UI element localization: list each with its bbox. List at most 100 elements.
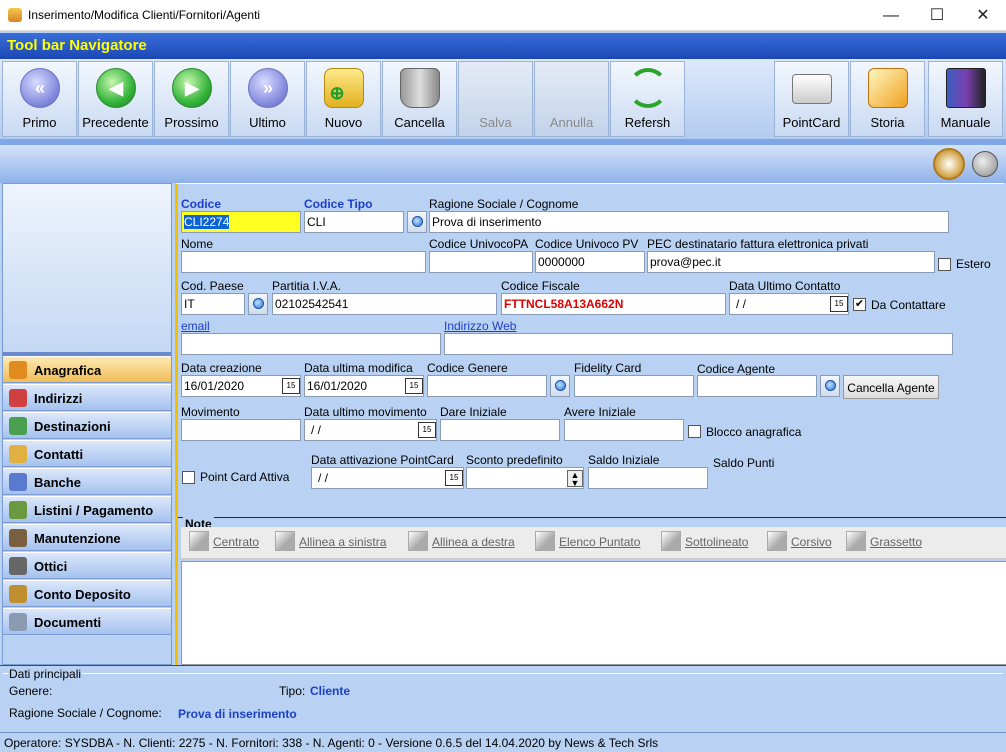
- dare-label: Dare Iniziale: [440, 405, 507, 419]
- nome-input[interactable]: [181, 251, 426, 273]
- italic-button[interactable]: Corsivo: [767, 531, 832, 551]
- sidebar-item-conto-deposito[interactable]: Conto Deposito: [3, 580, 171, 607]
- pointcard-attiva-checkbox[interactable]: [182, 471, 195, 484]
- genere-label: Genere:: [9, 684, 53, 698]
- fidelity-input[interactable]: [574, 375, 694, 397]
- data-creazione-label: Data creazione: [181, 361, 262, 375]
- align-left-button[interactable]: Allinea a sinistra: [275, 531, 386, 551]
- codice-genere-input[interactable]: [427, 375, 547, 397]
- data-att-pc-input[interactable]: / /: [311, 467, 464, 489]
- codice-tipo-label: Codice Tipo: [304, 197, 373, 211]
- data-modifica-label: Data ultima modifica: [304, 361, 413, 375]
- cod-univ-pa-input[interactable]: [429, 251, 533, 273]
- sidebar-item-manutenzione[interactable]: Manutenzione: [3, 524, 171, 551]
- cod-paese-search-icon[interactable]: [248, 293, 268, 315]
- calendar-icon[interactable]: 15: [405, 378, 423, 394]
- blocco-label: Blocco anagrafica: [706, 425, 802, 439]
- italic-icon: [767, 531, 787, 551]
- compass-icon[interactable]: [933, 148, 965, 180]
- fidelity-label: Fidelity Card: [574, 361, 642, 375]
- sidebar-item-listini[interactable]: Listini / Pagamento: [3, 496, 171, 523]
- email-link[interactable]: email: [181, 319, 210, 333]
- maximize-button[interactable]: ☐: [914, 0, 960, 31]
- spin-icon[interactable]: ▲ ▼: [567, 470, 583, 488]
- sidebar-item-ottici[interactable]: Ottici: [3, 552, 171, 579]
- center-align-button[interactable]: Centrato: [189, 531, 259, 551]
- blocco-checkbox[interactable]: [688, 425, 701, 438]
- pointcard-attiva-label: Point Card Attiva: [200, 470, 290, 484]
- pointcard-button[interactable]: PointCard: [774, 61, 849, 137]
- toolbar-title: Tool bar Navigatore: [0, 33, 1006, 59]
- sidebar: Anagrafica Indirizzi Destinazioni Contat…: [2, 183, 172, 665]
- note-editor[interactable]: [181, 561, 1006, 665]
- close-button[interactable]: ✕: [960, 0, 1006, 31]
- save-button[interactable]: Salva: [458, 61, 533, 137]
- codice-tipo-search-icon[interactable]: [407, 211, 427, 233]
- estero-checkbox[interactable]: [938, 258, 951, 271]
- nome-label: Nome: [181, 237, 214, 251]
- underline-button[interactable]: Sottolineato: [661, 531, 748, 551]
- avere-label: Avere Iniziale: [564, 405, 636, 419]
- delete-button[interactable]: Cancella: [382, 61, 457, 137]
- data-contatto-label: Data Ultimo Contatto: [729, 279, 841, 293]
- minimize-button[interactable]: —: [868, 0, 914, 31]
- codice-agente-search-icon[interactable]: [820, 375, 840, 397]
- avere-input[interactable]: [564, 419, 684, 441]
- arrow-left-icon: ◀: [96, 68, 136, 108]
- bullet-list-button[interactable]: Elenco Puntato: [535, 531, 640, 551]
- codice-input[interactable]: CLI2274: [181, 211, 301, 233]
- cod-paese-input[interactable]: IT: [181, 293, 245, 315]
- web-input[interactable]: [444, 333, 953, 355]
- calendar-icon[interactable]: 15: [282, 378, 300, 394]
- calendar-icon[interactable]: 15: [445, 470, 463, 486]
- calendar-icon[interactable]: 15: [830, 296, 848, 312]
- cancel-button[interactable]: Annulla: [534, 61, 609, 137]
- sidebar-item-documenti[interactable]: Documenti: [3, 608, 171, 635]
- ragione-label: Ragione Sociale / Cognome: [429, 197, 579, 211]
- next-button[interactable]: ▶ Prossimo: [154, 61, 229, 137]
- calendar-icon[interactable]: 15: [418, 422, 436, 438]
- title-bar: Inserimento/Modifica Clienti/Fornitori/A…: [0, 0, 1006, 31]
- cancella-agente-button[interactable]: Cancella Agente: [843, 375, 939, 399]
- data-att-pc-label: Data attivazione PointCard: [311, 453, 454, 467]
- web-link[interactable]: Indirizzo Web: [444, 319, 516, 333]
- summary-ragione-label: Ragione Sociale / Cognome:: [9, 706, 162, 720]
- books-icon: [946, 68, 986, 108]
- sidebar-item-anagrafica[interactable]: Anagrafica: [3, 356, 171, 383]
- codice-genere-search-icon[interactable]: [550, 375, 570, 397]
- movimento-input[interactable]: [181, 419, 301, 441]
- codice-agente-input[interactable]: [697, 375, 817, 397]
- sidebar-item-destinazioni[interactable]: Destinazioni: [3, 412, 171, 439]
- dare-input[interactable]: [440, 419, 560, 441]
- previous-button[interactable]: ◀ Precedente: [78, 61, 153, 137]
- bold-button[interactable]: Grassetto: [846, 531, 922, 551]
- tipo-value: Cliente: [310, 684, 351, 698]
- ragione-input[interactable]: Prova di inserimento: [429, 211, 949, 233]
- window-title: Inserimento/Modifica Clienti/Fornitori/A…: [28, 8, 261, 22]
- summary-title: Dati principali: [8, 667, 83, 681]
- disconnect-icon[interactable]: [972, 151, 998, 177]
- pec-input[interactable]: prova@pec.it: [647, 251, 935, 273]
- cod-univ-pv-input[interactable]: 0000000: [535, 251, 645, 273]
- toolbar: « Primo ◀ Precedente ▶ Prossimo » Ultimo…: [0, 59, 1006, 139]
- saldo-iniziale-input[interactable]: [588, 467, 708, 489]
- app-icon: [8, 8, 22, 22]
- first-button[interactable]: « Primo: [2, 61, 77, 137]
- calendar-icon: [9, 389, 27, 407]
- sidebar-item-indirizzi[interactable]: Indirizzi: [3, 384, 171, 411]
- new-button[interactable]: ⊕ Nuovo: [306, 61, 381, 137]
- refresh-button[interactable]: Refersh: [610, 61, 685, 137]
- last-button[interactable]: » Ultimo: [230, 61, 305, 137]
- movimento-label: Movimento: [181, 405, 240, 419]
- piva-input[interactable]: 02102542541: [272, 293, 497, 315]
- cf-input[interactable]: FTTNCL58A13A662N: [501, 293, 726, 315]
- sidebar-item-banche[interactable]: Banche: [3, 468, 171, 495]
- sidebar-item-contatti[interactable]: Contatti: [3, 440, 171, 467]
- manual-button[interactable]: Manuale: [928, 61, 1003, 137]
- history-button[interactable]: Storia: [850, 61, 925, 137]
- da-contattare-checkbox[interactable]: ✔: [853, 298, 866, 311]
- codice-tipo-input[interactable]: CLI: [304, 211, 404, 233]
- email-input[interactable]: [181, 333, 441, 355]
- align-right-button[interactable]: Allinea a destra: [408, 531, 515, 551]
- summary-ragione-value: Prova di inserimento: [178, 707, 297, 721]
